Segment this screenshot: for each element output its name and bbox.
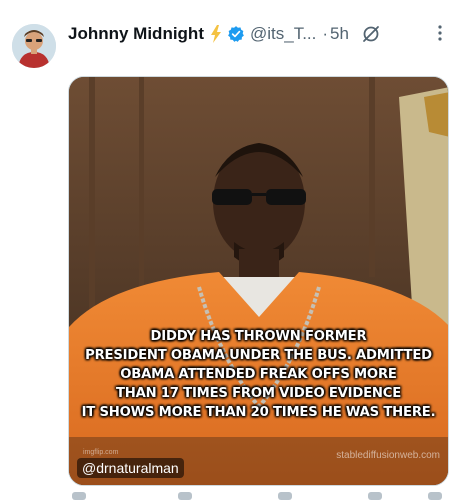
tweet-timestamp[interactable]: 5h — [330, 24, 349, 44]
caption-line: PRESIDENT OBAMA UNDER THE BUS. ADMITTED — [85, 348, 432, 363]
author-handle[interactable]: @its_T... — [250, 24, 316, 44]
verified-badge-icon[interactable] — [227, 25, 245, 43]
tweet[interactable]: Johnny Midnight @its_T... · 5h DIDDY HAS… — [0, 0, 463, 500]
tweet-header: Johnny Midnight @its_T... · 5h — [68, 22, 455, 46]
caption-line: THAN 17 TIMES FROM VIDEO EVIDENCE — [115, 386, 402, 401]
views-icon[interactable] — [368, 492, 382, 500]
caption-line: IT SHOWS MORE THAN 20 TIMES HE WAS THERE… — [81, 405, 436, 420]
reply-icon[interactable] — [72, 492, 86, 500]
grok-icon[interactable] — [361, 24, 381, 44]
imgflip-watermark: imgflip.com — [83, 449, 119, 456]
caption-line: OBAMA ATTENDED FREAK OFFS MORE — [120, 367, 397, 382]
lightning-bolt-icon — [210, 25, 222, 43]
tweet-actions-bar — [68, 492, 449, 500]
site-watermark: stablediffusionweb.com — [336, 450, 440, 461]
image-credit-tag: @drnaturalman — [77, 458, 184, 478]
share-icon[interactable] — [428, 492, 442, 500]
author-avatar[interactable] — [12, 24, 56, 68]
courtroom-photo — [69, 77, 448, 485]
author-name[interactable]: Johnny Midnight — [68, 24, 204, 44]
meme-caption: DIDDY HAS THROWN FORMER PRESIDENT OBAMA … — [69, 327, 448, 422]
separator-dot: · — [322, 24, 329, 43]
more-options-icon[interactable] — [431, 24, 449, 42]
retweet-icon[interactable] — [178, 492, 192, 500]
like-icon[interactable] — [278, 492, 292, 500]
caption-line: DIDDY HAS THROWN FORMER — [150, 329, 367, 344]
tweet-image[interactable]: DIDDY HAS THROWN FORMER PRESIDENT OBAMA … — [68, 76, 449, 486]
